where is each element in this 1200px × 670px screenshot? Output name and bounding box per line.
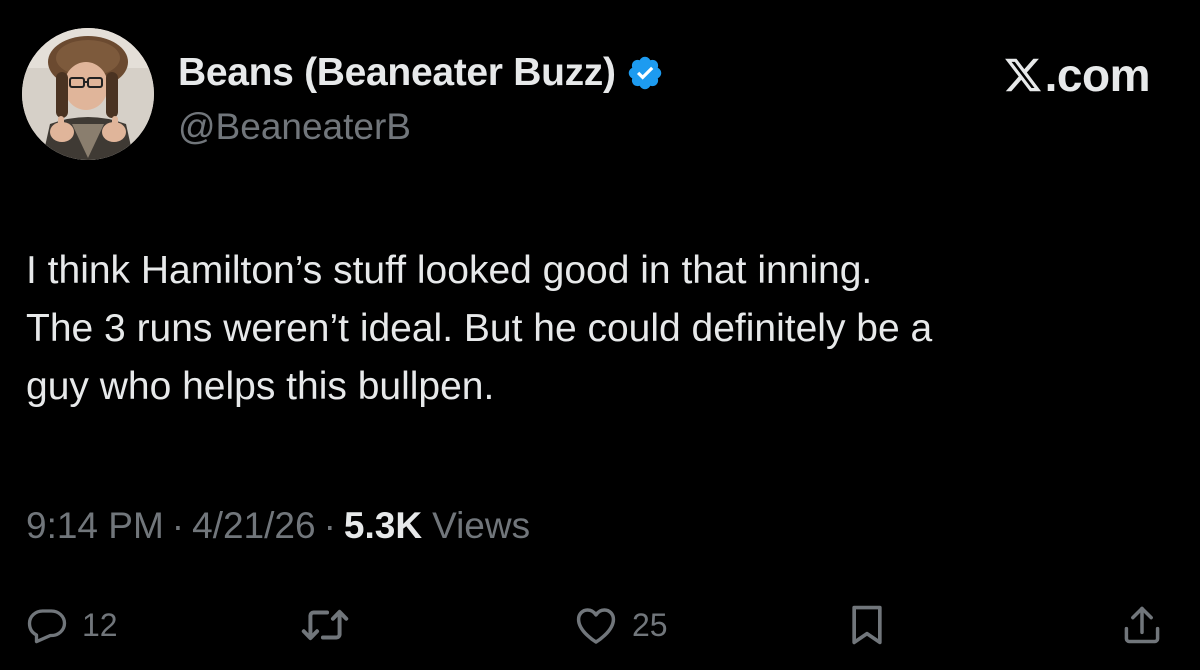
share-button[interactable] bbox=[1120, 590, 1164, 660]
tweet-text-line: I think Hamilton’s stuff looked good in … bbox=[26, 249, 873, 292]
reply-button[interactable]: 12 bbox=[26, 590, 118, 660]
x-logo-icon bbox=[1003, 55, 1043, 95]
tweet-text-line: guy who helps this bullpen. bbox=[26, 365, 495, 408]
tweet-time[interactable]: 9:14 PM bbox=[26, 505, 164, 547]
author-name-row: Beans (Beaneater Buzz) bbox=[178, 48, 664, 98]
meta-separator: · bbox=[323, 505, 336, 546]
views-count[interactable]: 5.3K bbox=[344, 505, 422, 547]
bookmark-icon bbox=[848, 603, 886, 647]
display-name[interactable]: Beans (Beaneater Buzz) bbox=[178, 51, 616, 95]
tweet-meta: 9:14 PM · 4/21/26 · 5.3K Views bbox=[26, 505, 530, 547]
verified-badge-icon[interactable] bbox=[626, 54, 664, 92]
retweet-icon bbox=[300, 604, 350, 646]
heart-icon bbox=[574, 604, 618, 646]
tweet-card: Beans (Beaneater Buzz) @BeaneaterB .com … bbox=[0, 0, 1200, 670]
x-brand: .com bbox=[1003, 49, 1151, 101]
reply-count: 12 bbox=[82, 606, 118, 643]
share-icon bbox=[1120, 602, 1164, 648]
action-bar: 12 25 bbox=[0, 590, 1200, 660]
tweet-text-line: The 3 runs weren’t ideal. But he could d… bbox=[26, 307, 933, 350]
reply-icon bbox=[26, 604, 68, 646]
avatar[interactable] bbox=[22, 28, 154, 160]
views-label[interactable]: Views bbox=[432, 505, 530, 547]
bookmark-button[interactable] bbox=[848, 590, 886, 660]
brand-label: .com bbox=[1044, 49, 1151, 101]
like-count: 25 bbox=[632, 606, 668, 643]
author-handle[interactable]: @BeaneaterB bbox=[178, 106, 411, 148]
profile-photo-avatar bbox=[22, 28, 154, 160]
tweet-date[interactable]: 4/21/26 bbox=[192, 505, 315, 547]
retweet-button[interactable] bbox=[300, 590, 364, 660]
tweet-text: I think Hamilton’s stuff looked good in … bbox=[26, 242, 1186, 416]
like-button[interactable]: 25 bbox=[574, 590, 668, 660]
meta-separator: · bbox=[171, 505, 185, 546]
